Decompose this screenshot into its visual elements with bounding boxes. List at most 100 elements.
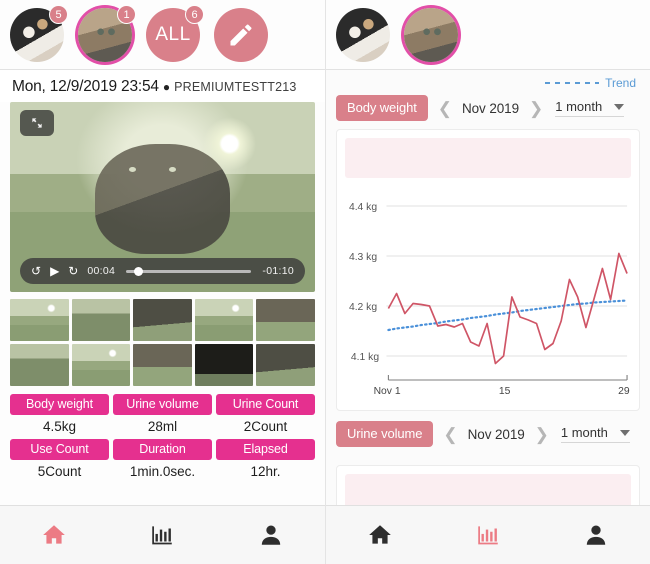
home-icon xyxy=(43,525,65,544)
stats-header-row-2: Use Count Duration Elapsed xyxy=(10,439,315,460)
stat-label-body-weight: Body weight xyxy=(10,394,109,415)
body-weight-controls: Body weight ❮ Nov 2019 ❯ 1 month xyxy=(326,92,650,129)
all-label: ALL xyxy=(155,23,191,45)
avatar-item-edit[interactable] xyxy=(210,4,272,66)
urine-volume-controls: Urine volume ❮ Nov 2019 ❯ 1 month xyxy=(326,411,650,455)
avatar-item-cat-black[interactable] xyxy=(332,4,394,66)
stat-value-use-count: 5Count xyxy=(37,464,82,479)
rewind-icon[interactable]: ↺ xyxy=(31,265,41,277)
stat-label-urine-volume: Urine volume xyxy=(113,394,212,415)
remaining-time: -01:10 xyxy=(262,265,294,277)
video-player[interactable]: ↺ ▶ ↻ 00:04 -01:10 xyxy=(10,102,315,292)
video-content-detail xyxy=(168,166,176,172)
right-phone-screen: Trend Body weight ❮ Nov 2019 ❯ 1 month 4… xyxy=(326,0,650,564)
stat-value-elapsed: 12hr. xyxy=(250,464,281,479)
left-avatar-bar: 5 1 ALL 6 xyxy=(0,0,325,70)
stats-table: Body weight Urine volume Urine Count 4.5… xyxy=(10,394,315,484)
chevron-down-icon xyxy=(619,429,630,436)
stat-label-elapsed: Elapsed xyxy=(216,439,315,460)
avatar-badge: 1 xyxy=(117,4,136,24)
fullscreen-button[interactable] xyxy=(20,110,54,136)
xtick-label: Nov 1 xyxy=(374,386,401,397)
location-pin-icon: ● xyxy=(162,80,171,94)
thumbnail[interactable] xyxy=(133,299,192,341)
chevron-right-icon[interactable]: ❯ xyxy=(535,426,549,443)
nav-home[interactable] xyxy=(326,522,434,548)
avatar-item-cat-black[interactable]: 5 xyxy=(6,4,68,66)
nav-home[interactable] xyxy=(0,522,108,548)
left-bottom-nav xyxy=(0,505,325,564)
nav-account[interactable] xyxy=(542,522,650,548)
right-bottom-nav xyxy=(326,505,650,564)
month-label: Nov 2019 xyxy=(461,100,519,116)
right-avatar-bar xyxy=(326,0,650,70)
avatar-item-cat-tabby[interactable] xyxy=(400,4,462,66)
left-phone-screen: 5 1 ALL 6 Mon, 12/9/2019 23:54 ● PREMIUM… xyxy=(0,0,326,564)
stat-value-body-weight: 4.5kg xyxy=(42,419,77,434)
chart-icon xyxy=(152,526,173,545)
chevron-down-icon xyxy=(614,103,625,110)
dashed-line-icon xyxy=(545,82,600,84)
chevron-left-icon[interactable]: ❮ xyxy=(443,426,457,443)
avatar-badge: 5 xyxy=(49,4,68,24)
ad-placeholder[interactable] xyxy=(345,138,631,178)
thumbnail[interactable] xyxy=(194,299,254,341)
body-weight-chart[interactable]: 4.4 kg 4.3 kg 4.2 kg 4.1 kg Nov 1 15 29 xyxy=(345,184,631,402)
avatar[interactable] xyxy=(336,7,390,62)
stats-header-row-1: Body weight Urine volume Urine Count xyxy=(10,394,315,415)
range-label: 1 month xyxy=(555,99,603,114)
nav-account[interactable] xyxy=(217,522,325,548)
stat-label-urine-count: Urine Count xyxy=(216,394,315,415)
scrubber-knob[interactable] xyxy=(133,266,143,276)
stats-value-row-1: 4.5kg 28ml 2Count xyxy=(10,415,315,439)
metric-pill-body-weight[interactable]: Body weight xyxy=(336,95,428,121)
avatar-badge: 6 xyxy=(185,4,204,24)
avatar-item-cat-tabby[interactable]: 1 xyxy=(74,4,136,66)
thumbnail[interactable] xyxy=(256,299,315,341)
range-label: 1 month xyxy=(560,425,608,440)
thumbnail[interactable] xyxy=(71,344,131,386)
legend-label-trend: Trend xyxy=(605,76,636,90)
metric-pill-urine-volume[interactable]: Urine volume xyxy=(336,421,434,447)
nav-graph[interactable] xyxy=(108,522,216,548)
ytick-label: 4.3 kg xyxy=(349,252,377,263)
nav-graph[interactable] xyxy=(434,522,542,548)
edit-button[interactable] xyxy=(214,7,268,62)
range-select[interactable]: 1 month xyxy=(560,425,630,443)
video-content-detail xyxy=(128,166,136,172)
stat-value-duration: 1min.0sec. xyxy=(129,464,196,479)
person-icon xyxy=(586,525,606,545)
thumbnail[interactable] xyxy=(10,344,69,386)
current-time: 00:04 xyxy=(87,265,116,277)
video-scrubber[interactable] xyxy=(126,266,252,276)
chart-icon xyxy=(478,526,498,545)
avatar[interactable] xyxy=(404,7,458,62)
thumbnail[interactable] xyxy=(194,344,254,386)
stat-value-urine-volume: 28ml xyxy=(147,419,178,434)
body-weight-series-line xyxy=(387,252,628,365)
thumbnail[interactable] xyxy=(256,344,315,386)
ytick-label: 4.4 kg xyxy=(349,202,377,213)
record-date: Mon, 12/9/2019 23:54 xyxy=(12,78,159,95)
pencil-icon xyxy=(230,24,252,45)
stat-value-urine-count: 2Count xyxy=(243,419,288,434)
person-icon xyxy=(261,525,281,545)
chart-svg: 4.4 kg 4.3 kg 4.2 kg 4.1 kg Nov 1 15 29 xyxy=(349,202,630,397)
video-controls[interactable]: ↺ ▶ ↻ 00:04 -01:10 xyxy=(20,258,305,284)
play-icon[interactable]: ▶ xyxy=(50,265,59,277)
dual-screenshot-container: 5 1 ALL 6 Mon, 12/9/2019 23:54 ● PREMIUM… xyxy=(0,0,650,564)
stats-value-row-2: 5Count 1min.0sec. 12hr. xyxy=(10,460,315,484)
chevron-right-icon[interactable]: ❯ xyxy=(529,100,543,117)
avatar-item-all[interactable]: ALL 6 xyxy=(142,4,204,66)
chevron-left-icon[interactable]: ❮ xyxy=(438,100,452,117)
home-icon xyxy=(369,525,391,544)
video-content xyxy=(95,143,230,254)
thumbnail[interactable] xyxy=(10,299,69,341)
xtick-label: 15 xyxy=(499,386,511,397)
range-select[interactable]: 1 month xyxy=(555,99,625,117)
body-weight-card: 4.4 kg 4.3 kg 4.2 kg 4.1 kg Nov 1 15 29 xyxy=(336,129,640,411)
thumbnail[interactable] xyxy=(133,344,192,386)
thumbnail[interactable] xyxy=(71,299,131,341)
ytick-label: 4.2 kg xyxy=(349,302,377,313)
forward-icon[interactable]: ↻ xyxy=(68,265,78,277)
